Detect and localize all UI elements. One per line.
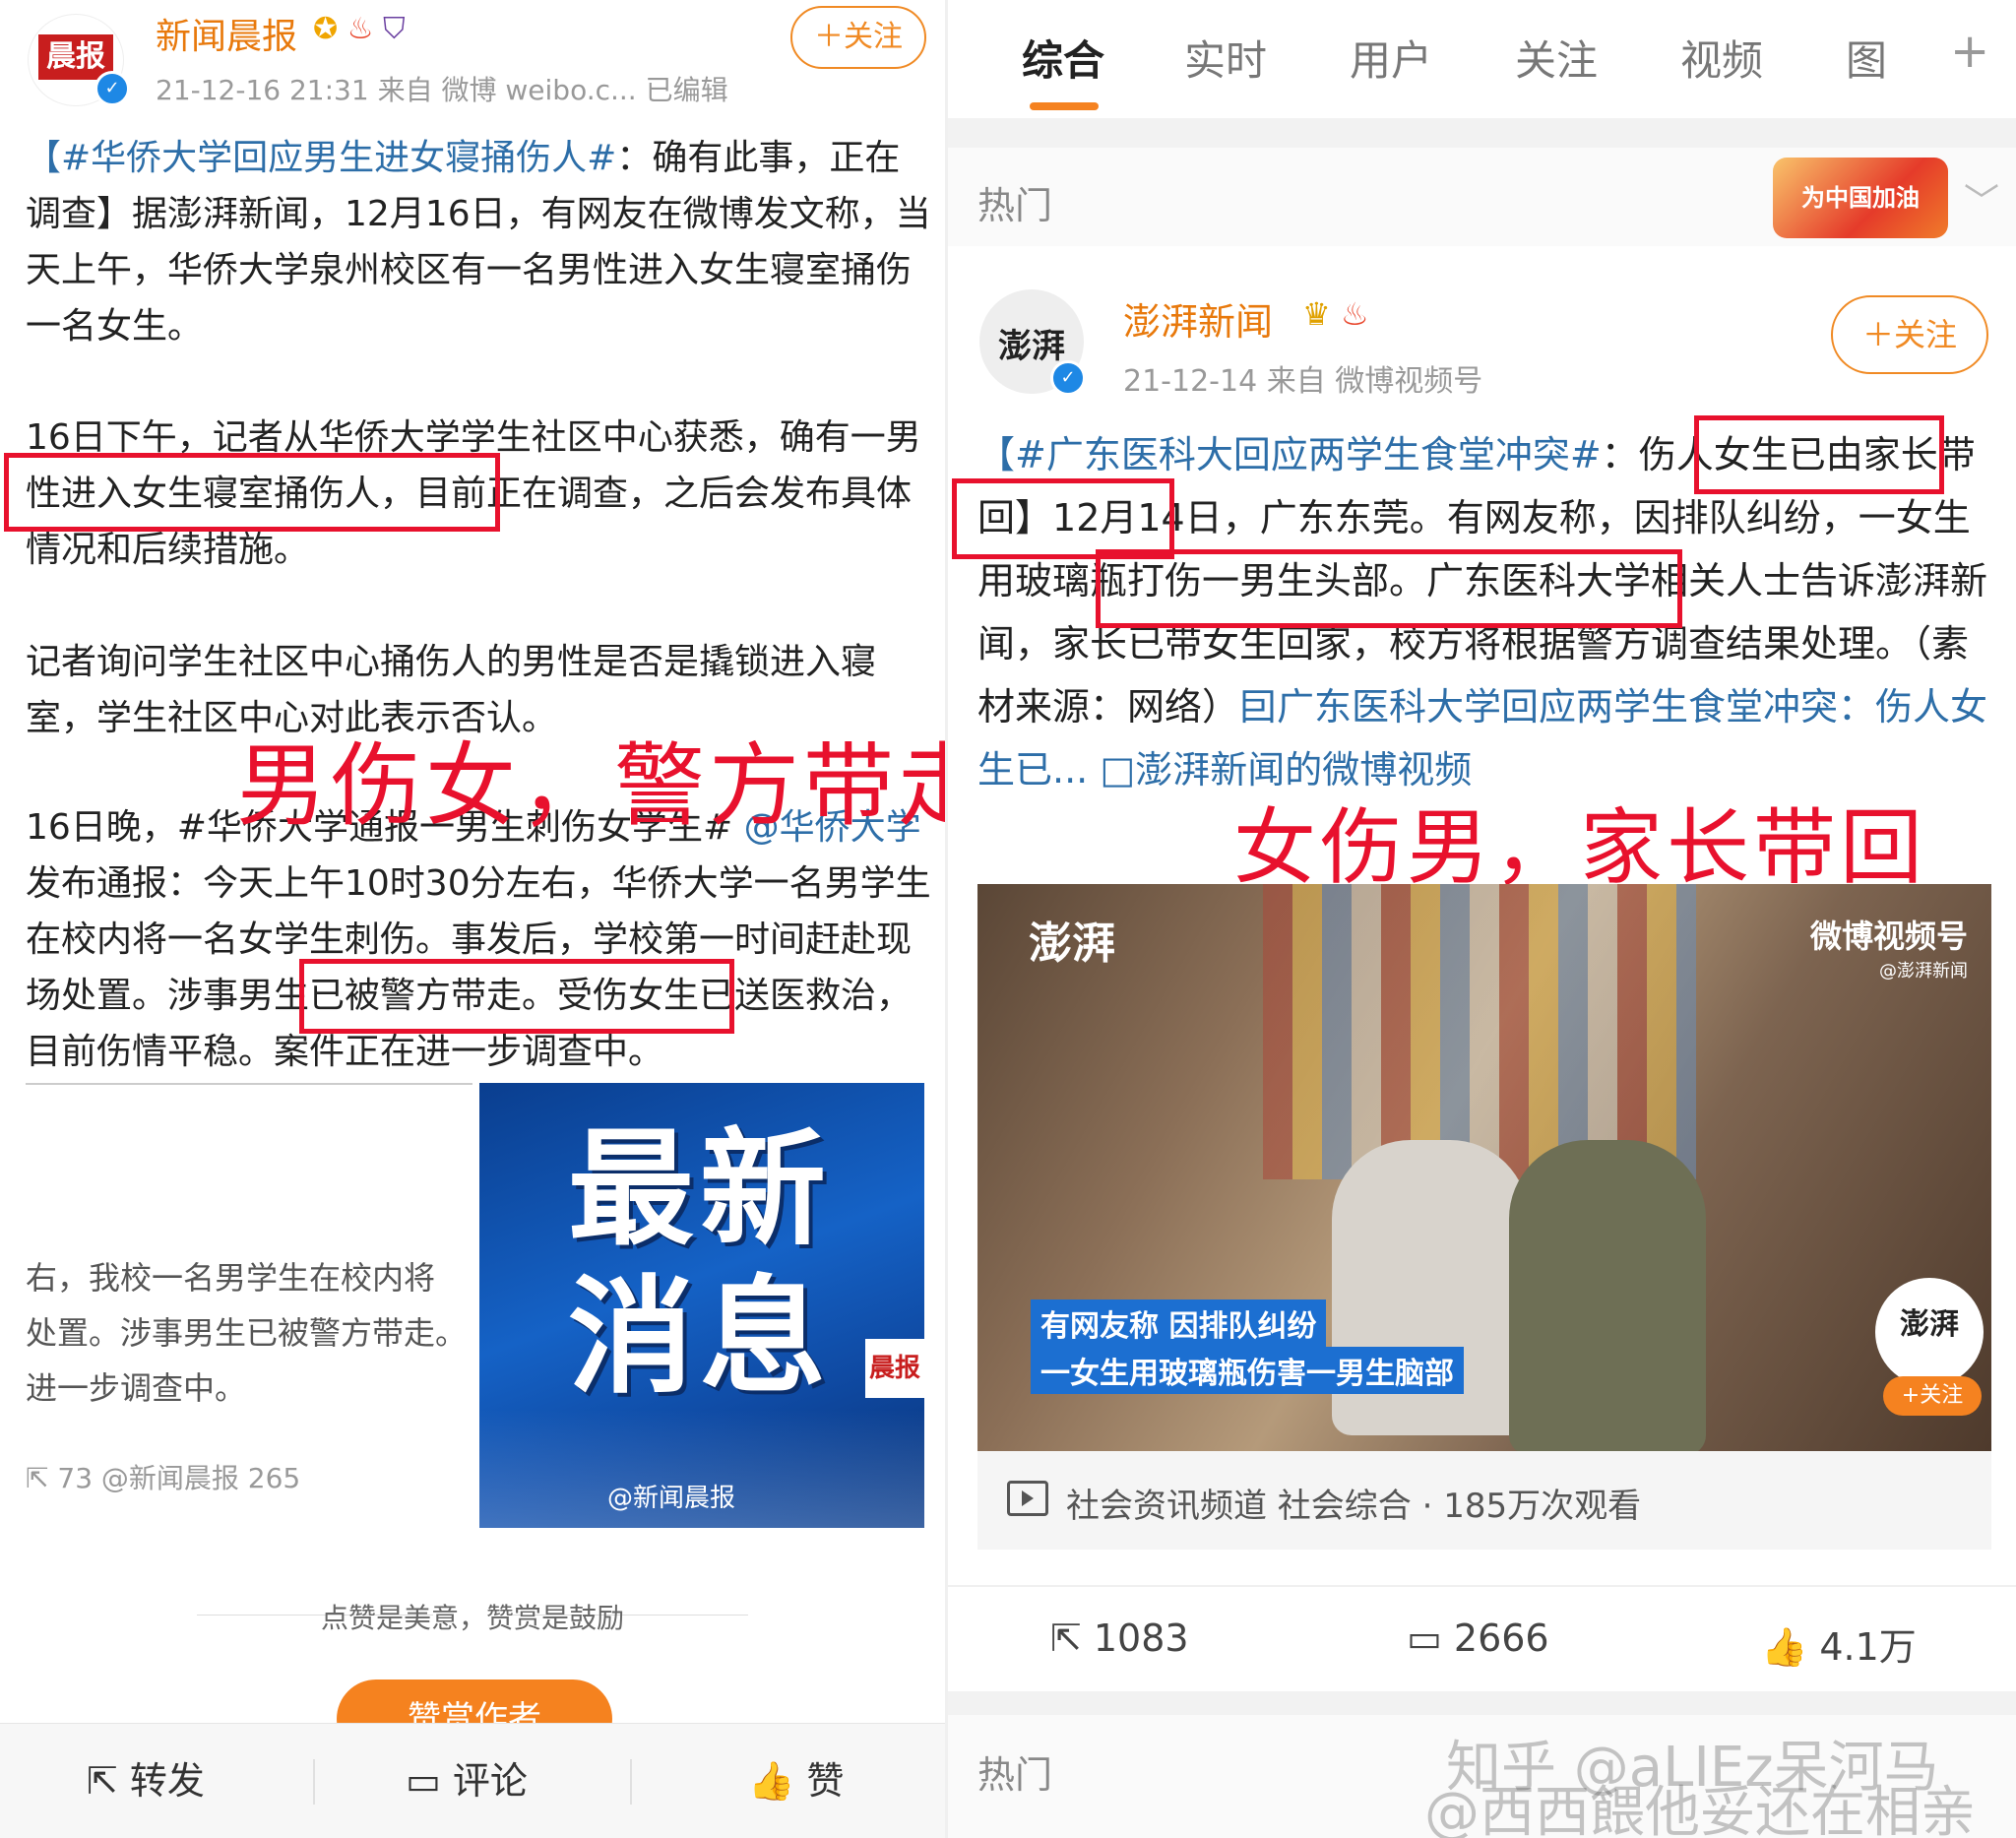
video-follow-button[interactable]: +关注 <box>1883 1376 1982 1416</box>
news-title-line: 最新 <box>568 1116 833 1263</box>
comment-icon: ▭ <box>1407 1616 1442 1660</box>
active-tab-indicator <box>1030 102 1099 110</box>
repost-label: 转发 <box>129 1759 205 1803</box>
praise-text: 点赞是美意，赞赏是鼓励 <box>320 1602 624 1634</box>
cropped-screenshot-text: 右，我校一名男学生在校内将 处置。涉事男生已被警方带走。 进一步调查中。 <box>26 1250 474 1416</box>
video-player[interactable]: 澎湃 微博视频号 @澎湃新闻 有网友称 因排队纠纷 一女生用玻璃瓶伤害一男生脑部… <box>977 884 1991 1451</box>
repost-icon: ⇱ <box>87 1759 118 1803</box>
thumbs-up-icon: 👍 <box>1761 1625 1808 1669</box>
topic-link[interactable]: 【#广东医科大回应两学生食堂冲突# <box>977 433 1602 476</box>
video-watermark: 微博视频号 @澎湃新闻 <box>1810 912 1968 982</box>
highlight-box <box>1096 549 1682 628</box>
news-image[interactable]: 最新 消息 晨报 @新闻晨报 <box>479 1083 924 1528</box>
add-tab-icon[interactable]: + <box>1950 24 1989 79</box>
video-channel-avatar[interactable]: 澎湃 <box>1875 1278 1984 1386</box>
follow-button[interactable]: ＋关注 <box>1831 295 1988 374</box>
badge-icons: ♛ ♨ <box>1302 295 1369 333</box>
video-info-text: 社会资讯频道 社会综合 · 185万次观看 <box>1066 1487 1642 1526</box>
video-figure <box>1509 1140 1706 1451</box>
video-caption-2: 一女生用玻璃瓶伤害一男生脑部 <box>1031 1347 1464 1394</box>
tab-video[interactable]: 视频 <box>1680 28 1763 88</box>
highlight-box <box>952 478 1174 559</box>
play-icon <box>1007 1481 1048 1516</box>
video-info-bar[interactable]: 社会资讯频道 社会综合 · 185万次观看 <box>977 1451 1991 1550</box>
news-image-logo: 晨报 <box>865 1339 924 1398</box>
section-gap <box>948 1691 2016 1715</box>
repost-icon: ⇱ <box>1050 1616 1082 1660</box>
divider <box>26 1083 472 1085</box>
section-gap <box>948 118 2016 148</box>
like-button[interactable]: 👍 赞 <box>748 1724 844 1838</box>
tab-realtime[interactable]: 实时 <box>1184 28 1267 88</box>
repost-count: 1083 <box>1093 1616 1189 1660</box>
video-background <box>1263 884 1696 1179</box>
like-count: 4.1万 <box>1819 1625 1917 1669</box>
share-icon: ⇱ <box>26 1462 49 1494</box>
news-title-line: 消息 <box>568 1264 833 1411</box>
post-meta: 21-12-16 21:31 来自 微博 weibo.c... 已编辑 <box>156 74 728 106</box>
annotation-text: 男伤女，警方带走 <box>236 733 945 839</box>
crop-line: 右，我校一名男学生在校内将 <box>26 1259 436 1297</box>
bottom-action-bar: ⇱ 转发 ▭ 评论 👍 赞 <box>0 1723 945 1838</box>
video-logo: 澎湃 <box>1029 919 1115 969</box>
repost-button[interactable]: ⇱ 转发 <box>87 1724 205 1838</box>
cropped-stats: ⇱ 73 @新闻晨报 265 <box>26 1457 300 1496</box>
video-caption-1: 有网友称 因排队纠纷 <box>1031 1299 1327 1347</box>
crop-line: 处置。涉事男生已被警方带走。 <box>26 1314 468 1352</box>
post-meta: 21-12-14 来自 微博视频号 <box>1123 364 1483 399</box>
crown-icon: ♛ <box>1302 295 1331 333</box>
like-label: 赞 <box>806 1759 845 1803</box>
repost-button[interactable]: ⇱ 1083 <box>1050 1616 1189 1660</box>
hot-header: 热门 为中国加油 ﹀ <box>948 148 2016 246</box>
hot-label: 热门 <box>977 184 1053 227</box>
highlight-box <box>299 959 734 1034</box>
account-name[interactable]: 新闻晨报 <box>156 8 297 59</box>
comment-button[interactable]: ▭ 评论 <box>406 1724 528 1838</box>
badge-icons: ✪ ♨ ⛉ <box>313 12 406 46</box>
cheer-badge[interactable]: 为中国加油 <box>1773 158 1948 238</box>
highlight-box <box>1694 415 1944 494</box>
watermark-sub: @澎湃新闻 <box>1879 961 1968 982</box>
account-name[interactable]: 澎湃新闻 <box>1123 291 1273 346</box>
annotation-text: 女伤男，家长带回 <box>1233 799 1927 896</box>
cropped-stats-text: 73 @新闻晨报 265 <box>57 1462 301 1494</box>
comment-button[interactable]: ▭ 2666 <box>1407 1616 1549 1660</box>
left-weibo-post: 晨报 ✓ 新闻晨报 ✪ ♨ ⛉ 21-12-16 21:31 来自 微博 wei… <box>0 0 945 1838</box>
highlight-box <box>4 453 500 532</box>
right-weibo-search: 综合 实时 用户 关注 视频 图 + 热门 为中国加油 ﹀ 澎湃 ✓ 澎湃新闻 … <box>948 0 2016 1838</box>
tab-comprehensive[interactable]: 综合 <box>1022 28 1104 88</box>
tab-images[interactable]: 图 <box>1846 28 1887 88</box>
news-image-title: 最新 消息 <box>568 1116 832 1412</box>
comment-icon: ▭ <box>406 1759 441 1803</box>
tab-following[interactable]: 关注 <box>1515 28 1598 88</box>
verified-icon: ✓ <box>1050 360 1086 396</box>
shield-icon: ⛉ <box>383 12 406 46</box>
torch-icon: ♨ <box>1340 295 1369 333</box>
follow-button[interactable]: ＋关注 <box>790 6 926 69</box>
comment-count: 2666 <box>1453 1616 1549 1660</box>
verified-icon: ✓ <box>94 71 130 106</box>
divider <box>630 1759 632 1805</box>
topic-link[interactable]: 【#华侨大学回应男生进女寝捅伤人# <box>26 138 616 178</box>
watermark-text: @西西餵他妥还在相亲 <box>1424 1781 1976 1838</box>
like-button[interactable]: 👍 4.1万 <box>1761 1616 1917 1671</box>
divider <box>313 1759 315 1805</box>
search-tabs: 综合 实时 用户 关注 视频 图 + <box>948 0 2016 118</box>
medal-icon: ✪ <box>313 12 339 46</box>
thumbs-up-icon: 👍 <box>748 1759 795 1803</box>
post-action-bar: ⇱ 1083 ▭ 2666 👍 4.1万 <box>948 1585 2016 1695</box>
post-paragraph-1: 【#华侨大学回应男生进女寝捅伤人#：确有此事，正在调查】据澎湃新闻，12月16日… <box>26 130 931 354</box>
news-image-watermark: @新闻晨报 <box>607 1484 736 1513</box>
tab-users[interactable]: 用户 <box>1350 28 1432 88</box>
crop-line: 进一步调查中。 <box>26 1369 247 1407</box>
hot-label: 热门 <box>977 1753 1053 1797</box>
colon: ： <box>1601 433 1639 476</box>
weibo-video-label: 微博视频号 <box>1809 918 1968 955</box>
chevron-down-icon[interactable]: ﹀ <box>1964 173 1999 224</box>
torch-icon: ♨ <box>346 12 374 46</box>
comment-label: 评论 <box>452 1759 528 1803</box>
